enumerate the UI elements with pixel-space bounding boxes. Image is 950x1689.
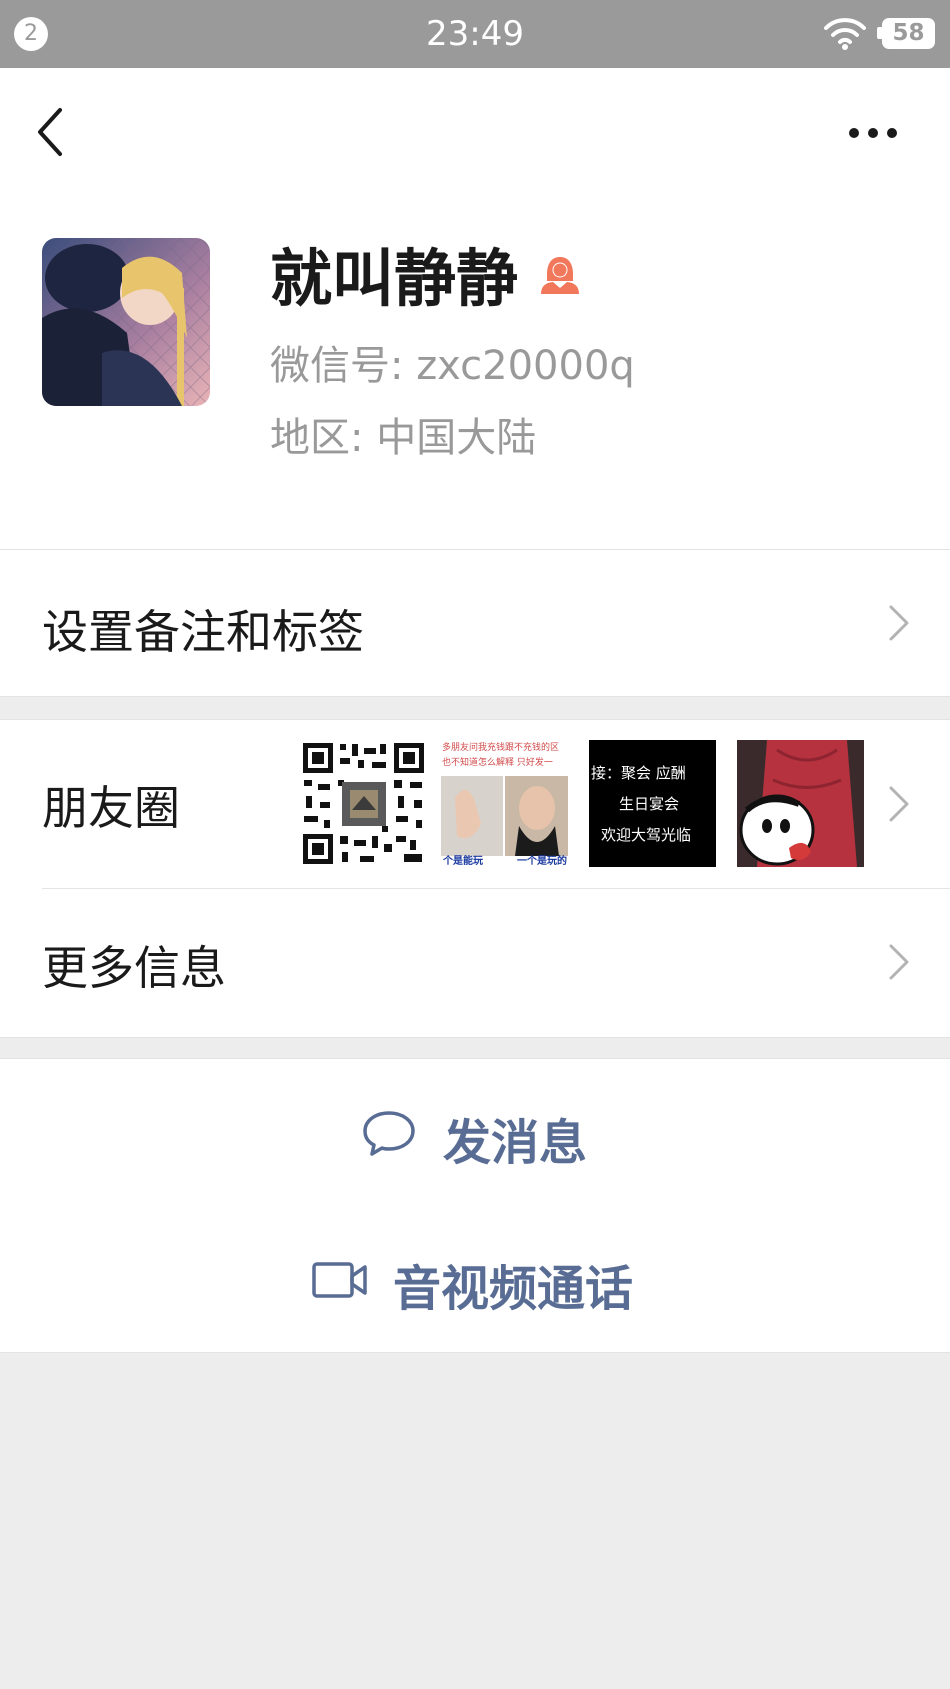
video-call-label: 音视频通话 [393, 1261, 634, 1317]
video-call-button[interactable]: 音视频通话 [0, 1205, 950, 1353]
thumb-card-line2: 生日宴会 [619, 795, 679, 813]
battery-level: 58 [882, 18, 935, 49]
moments-label[interactable]: 朋友圈 [42, 772, 180, 838]
more-info-chevron-right-icon[interactable] [888, 943, 910, 981]
remark-tags-label: 设置备注和标签 [42, 605, 364, 659]
status-bar: 2 23:49 58 [0, 0, 950, 68]
status-time: 23:49 [426, 14, 524, 54]
region: 地区: 中国大陆 [270, 415, 537, 461]
remark-tags-row[interactable]: 设置备注和标签 [0, 550, 950, 697]
avatar[interactable] [42, 238, 210, 406]
moments-thumb-photo-cartoon[interactable] [737, 740, 864, 867]
wifi-icon [824, 18, 866, 50]
thumb-card-line1: 接：聚会 应酬 [591, 764, 686, 782]
moments-thumb-photo-text[interactable]: 多朋友问我充钱跟不充钱的区 也不知道怎么解释 只好发一 个是能玩 一个是玩的 [441, 740, 568, 867]
chevron-right-icon [889, 605, 909, 641]
thumb-caption-line2: 也不知道怎么解释 只好发一 [442, 756, 553, 768]
chat-bubble-icon [363, 1111, 415, 1156]
moments-chevron-right-icon[interactable] [888, 785, 910, 823]
send-message-label: 发消息 [443, 1115, 588, 1171]
moments-thumb-text-card[interactable]: 接：聚会 应酬 生日宴会 欢迎大驾光临 [589, 740, 716, 867]
female-icon [541, 257, 579, 294]
moments-thumb-qrcode[interactable] [300, 740, 427, 867]
profile-name: 就叫静静 [270, 242, 519, 315]
wechat-id: 微信号: zxc20000q [270, 343, 635, 389]
divider [42, 888, 950, 889]
thumb-foot-left: 个是能玩 [442, 854, 483, 867]
thumb-foot-right: 一个是玩的 [517, 854, 567, 867]
send-message-button[interactable]: 发消息 [0, 1058, 950, 1207]
back-chevron-icon[interactable] [32, 104, 72, 160]
more-options-icon[interactable] [848, 126, 898, 140]
thumb-card-line3: 欢迎大驾光临 [601, 826, 691, 844]
thumb-caption-line1: 多朋友问我充钱跟不充钱的区 [442, 741, 559, 753]
video-camera-icon [312, 1262, 367, 1298]
more-info-label[interactable]: 更多信息 [42, 932, 226, 998]
